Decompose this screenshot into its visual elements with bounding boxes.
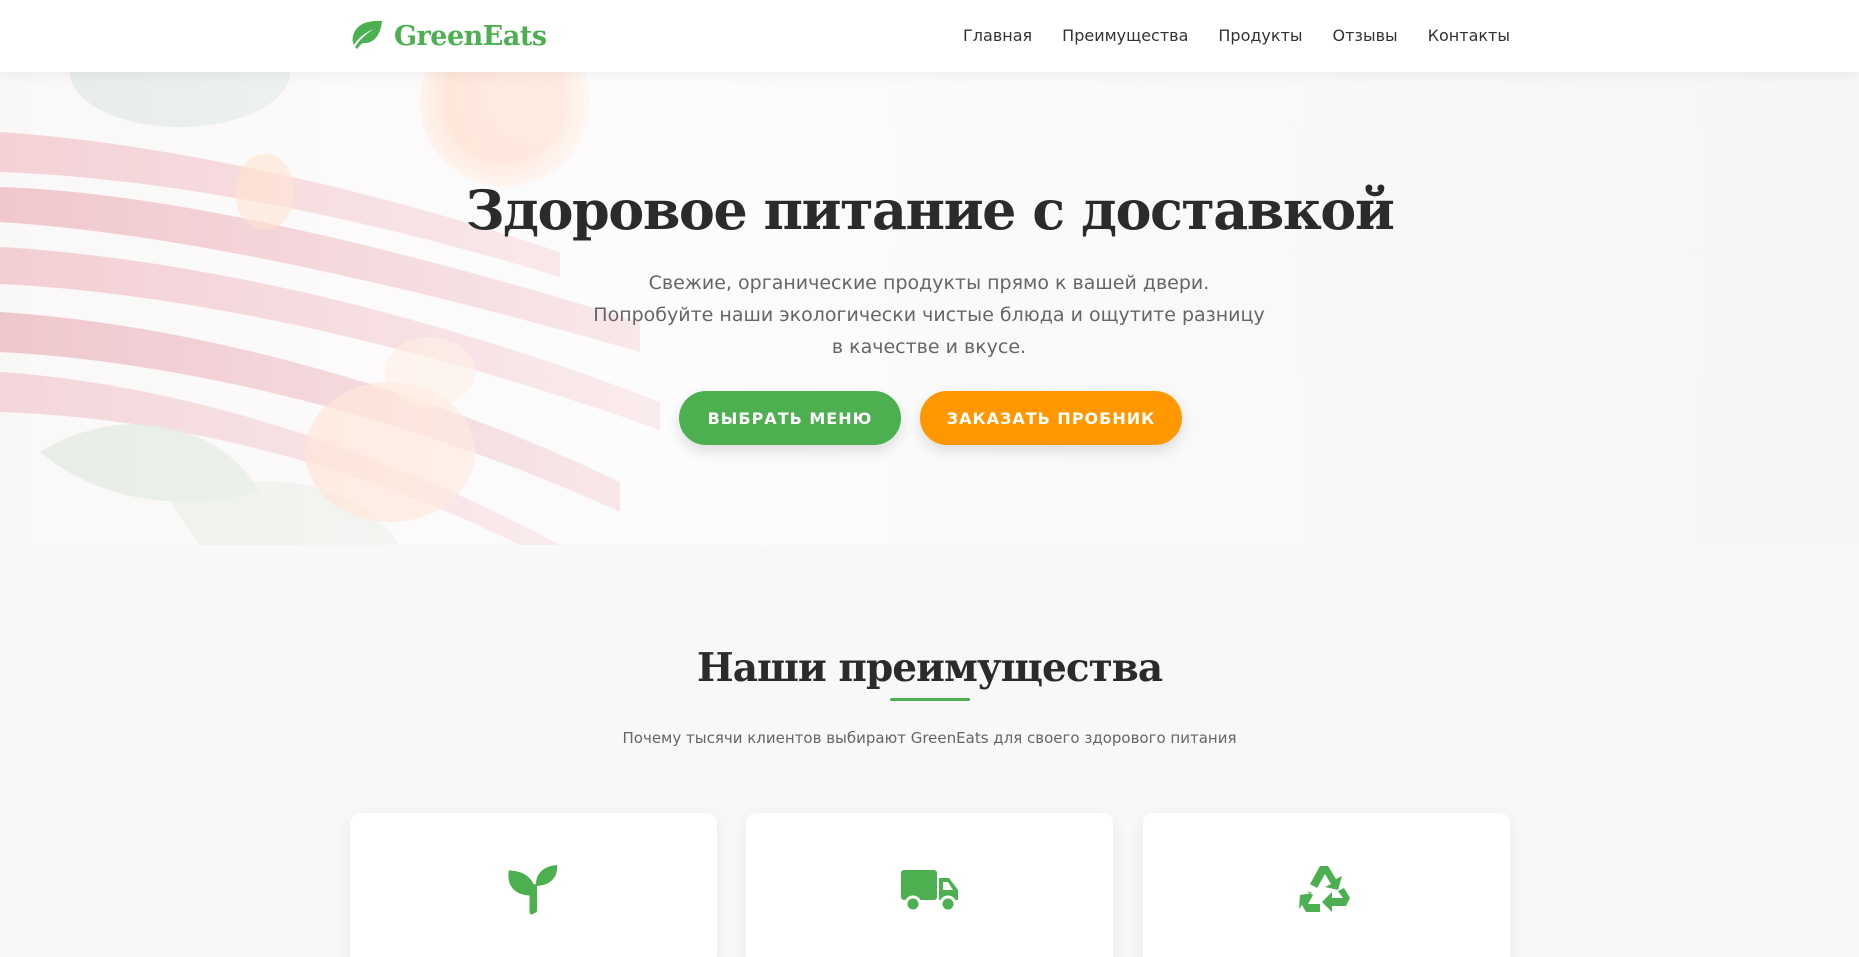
nav-link-contacts[interactable]: Контакты [1428, 26, 1510, 45]
hero-subtitle: Свежие, органические продукты прямо к ва… [529, 267, 1329, 363]
title-underline [890, 698, 970, 701]
leaf-icon [352, 20, 382, 49]
nav-link-advantages[interactable]: Преимущества [1062, 26, 1188, 45]
advantage-card [350, 813, 717, 957]
advantage-card [746, 813, 1113, 957]
advantage-card [1143, 813, 1510, 957]
hero-subtitle-line: Свежие, органические продукты прямо к ва… [648, 272, 1210, 294]
hero-subtitle-line: в качестве и вкусе. [831, 336, 1027, 358]
choose-menu-button[interactable]: ВЫБРАТЬ МЕНЮ [679, 391, 901, 445]
nav-link-reviews[interactable]: Отзывы [1333, 26, 1398, 45]
recycle-icon [1296, 860, 1358, 916]
truck-icon [899, 860, 961, 916]
navbar: GreenEats Главная Преимущества Продукты … [0, 0, 1859, 72]
seedling-icon [503, 860, 565, 916]
logo-link[interactable]: GreenEats [348, 19, 547, 53]
section-title: Наши преимущества [696, 645, 1163, 691]
hero-subtitle-line: Попробуйте наши экологически чистые блюд… [593, 304, 1265, 326]
nav-link-home[interactable]: Главная [963, 26, 1032, 45]
order-sample-button[interactable]: ЗАКАЗАТЬ ПРОБНИК [920, 391, 1182, 445]
advantages-section: Наши преимущества Почему тысячи клиентов… [0, 545, 1859, 957]
hero-title: Здоровое питание с доставкой [465, 178, 1395, 242]
section-subtitle: Почему тысячи клиентов выбирают GreenEat… [622, 729, 1237, 747]
hero-section: Здоровое питание с доставкой Свежие, орг… [0, 72, 1859, 545]
brand-name: GreenEats [394, 20, 547, 52]
nav-link-products[interactable]: Продукты [1218, 26, 1302, 45]
